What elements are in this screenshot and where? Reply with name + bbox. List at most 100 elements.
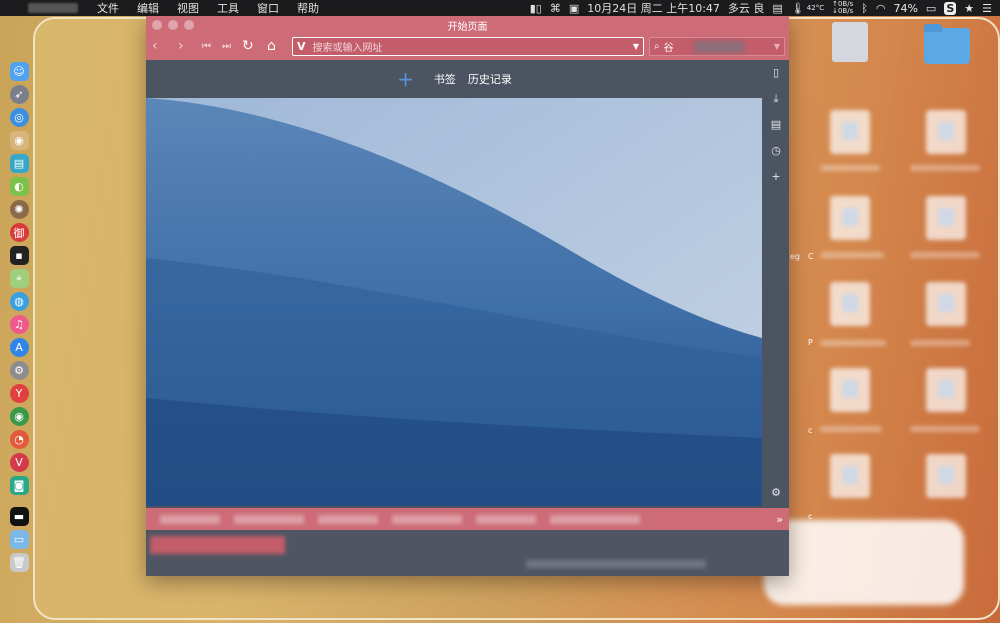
desktop-file-icon[interactable] [830,454,870,498]
desktop-file-icon[interactable] [830,368,870,412]
chevron-down-icon[interactable]: ▼ [633,42,639,51]
menu-file[interactable]: 文件 [88,0,128,16]
desktop-file-icon[interactable] [926,368,966,412]
menu-view[interactable]: 视图 [168,0,208,16]
menubar-battery[interactable]: 74% [893,2,917,15]
file-label [910,252,980,258]
add-panel-icon[interactable]: + [763,170,789,183]
network-speed[interactable]: ↑0B/s ↓0B/s [832,1,853,15]
lower-panel-redacted [146,530,789,576]
desktop-file-icon[interactable] [830,196,870,240]
download-icon[interactable]: ⤓ [763,92,789,106]
desktop-file-icon[interactable] [926,282,966,326]
menubar-weather[interactable]: 多云 良 [728,0,765,16]
menu-edit[interactable]: 编辑 [128,0,168,16]
desktop-file-icon[interactable] [926,454,966,498]
menu-tools[interactable]: 工具 [208,0,248,16]
safari-icon[interactable]: ◎ [9,108,29,127]
tab-bookmarks[interactable]: 书签 [434,71,456,87]
redacted-tab [318,514,378,524]
app-green-icon[interactable]: ◙ [9,476,29,495]
file-label [910,340,970,346]
messages-icon[interactable]: ▤ [9,154,29,173]
star-icon[interactable]: ★ [964,2,974,15]
music-icon[interactable]: ♫ [9,315,29,334]
file-label [910,426,980,432]
fast-forward-button[interactable]: ⏭ [222,41,231,52]
downloads-folder-icon[interactable]: ▭ [9,530,29,549]
search-engine-redacted [693,40,744,53]
rewind-button[interactable]: ⏮ [202,41,211,52]
folder-icon[interactable] [924,24,970,64]
vivaldi-icon[interactable]: V [9,453,29,472]
app-name-redacted[interactable] [28,3,78,13]
desktop-edge-label: C [808,252,814,261]
redacted-area [764,520,964,605]
home-icon[interactable]: ⌂ [267,38,276,54]
menubar-datetime[interactable]: 10月24日 周二 上午10:47 [587,0,720,16]
tab-history[interactable]: 历史记录 [468,71,512,87]
add-speed-dial-button[interactable]: + [397,69,414,89]
address-bar[interactable]: V 搜索或输入网址 ▼ [292,37,644,56]
notification-icon[interactable]: ▤ [772,2,782,15]
black-app-icon[interactable]: ▬ [9,507,29,526]
forward-button[interactable]: › [178,38,184,54]
search-field[interactable]: ⌕ 谷 ▼ [649,37,785,56]
app-store-icon[interactable]: A [9,338,29,357]
history-icon[interactable]: ◷ [763,144,789,157]
settings-gear-icon[interactable]: ⚙ [763,486,789,499]
notes-icon[interactable]: ▤ [763,118,789,131]
desktop-file-icon[interactable] [830,282,870,326]
desktop-file-icon[interactable] [830,110,870,154]
redacted-tab [476,514,536,524]
layout-icon[interactable]: ▮▯ [530,2,542,15]
menu-help[interactable]: 帮助 [288,0,328,16]
yandex-icon[interactable]: Y [9,384,29,403]
file-label [910,165,980,171]
chrome-icon[interactable]: ◉ [9,407,29,426]
weibo-icon[interactable]: ◔ [9,430,29,449]
search-icon: ⌕ [654,41,660,52]
redacted-tab [234,514,304,524]
list-icon[interactable]: ☰ [982,2,992,15]
address-placeholder: 搜索或输入网址 [312,43,383,54]
more-chevron-icon[interactable]: » [776,513,783,526]
terminal-icon[interactable]: ▪ [9,246,29,265]
menubar-temperature: 42°C [806,3,825,12]
menu-bar: 文件 编辑 视图 工具 窗口 帮助 ▮▯ ⌘ ▣ 10月24日 周二 上午10:… [0,0,1000,16]
browser-titlebar: 开始页面 ‹ › ⏮ ⏭ ↻ ⌂ V 搜索或输入网址 ▼ ⌕ 谷 ▼ [146,16,789,60]
battery-icon[interactable]: ▭ [926,2,936,15]
android-icon[interactable]: ◐ [9,177,29,196]
command-icon[interactable]: ⌘ [550,2,561,15]
temp-group[interactable]: 🌡 42°C [791,2,824,15]
netease-icon[interactable]: 御 [9,223,29,242]
reload-icon[interactable]: ↻ [242,38,254,54]
start-page-background-image [146,98,762,506]
trash-icon[interactable]: 🗑 [9,553,29,572]
clipboard-icon[interactable]: ▣ [569,2,579,15]
bluetooth-icon[interactable]: ᛒ [861,2,868,15]
app-s-icon[interactable]: S [944,1,957,15]
file-label [820,426,882,432]
wifi-icon[interactable]: ◠ [876,2,886,15]
browser-window: 开始页面 ‹ › ⏮ ⏭ ↻ ⌂ V 搜索或输入网址 ▼ ⌕ 谷 ▼ + 书签 … [146,16,789,576]
side-panel: ▯ ⤓ ▤ ◷ + ⚙ [763,60,789,506]
desktop-file-icon[interactable] [926,110,966,154]
menu-window[interactable]: 窗口 [248,0,288,16]
gear-app-icon[interactable]: ✺ [9,200,29,219]
desktop-file-icon[interactable] [926,196,966,240]
search-chevron-icon[interactable]: ▼ [774,42,780,51]
window-title: 开始页面 [447,22,488,33]
settings-icon[interactable]: ⚙ [9,361,29,380]
hard-drive-icon[interactable] [832,22,868,62]
launchpad-icon[interactable]: ➶ [9,85,29,104]
desktop-edge-label: P [808,338,813,347]
bookmark-icon[interactable]: ▯ [763,66,789,79]
maps-icon[interactable]: ⌖ [9,269,29,288]
back-button[interactable]: ‹ [152,38,158,54]
file-label [820,340,886,346]
finder-icon[interactable]: ☺ [9,62,29,81]
contacts-icon[interactable]: ◉ [9,131,29,150]
siri-icon[interactable]: ◍ [9,292,29,311]
redacted-tab [550,514,640,524]
